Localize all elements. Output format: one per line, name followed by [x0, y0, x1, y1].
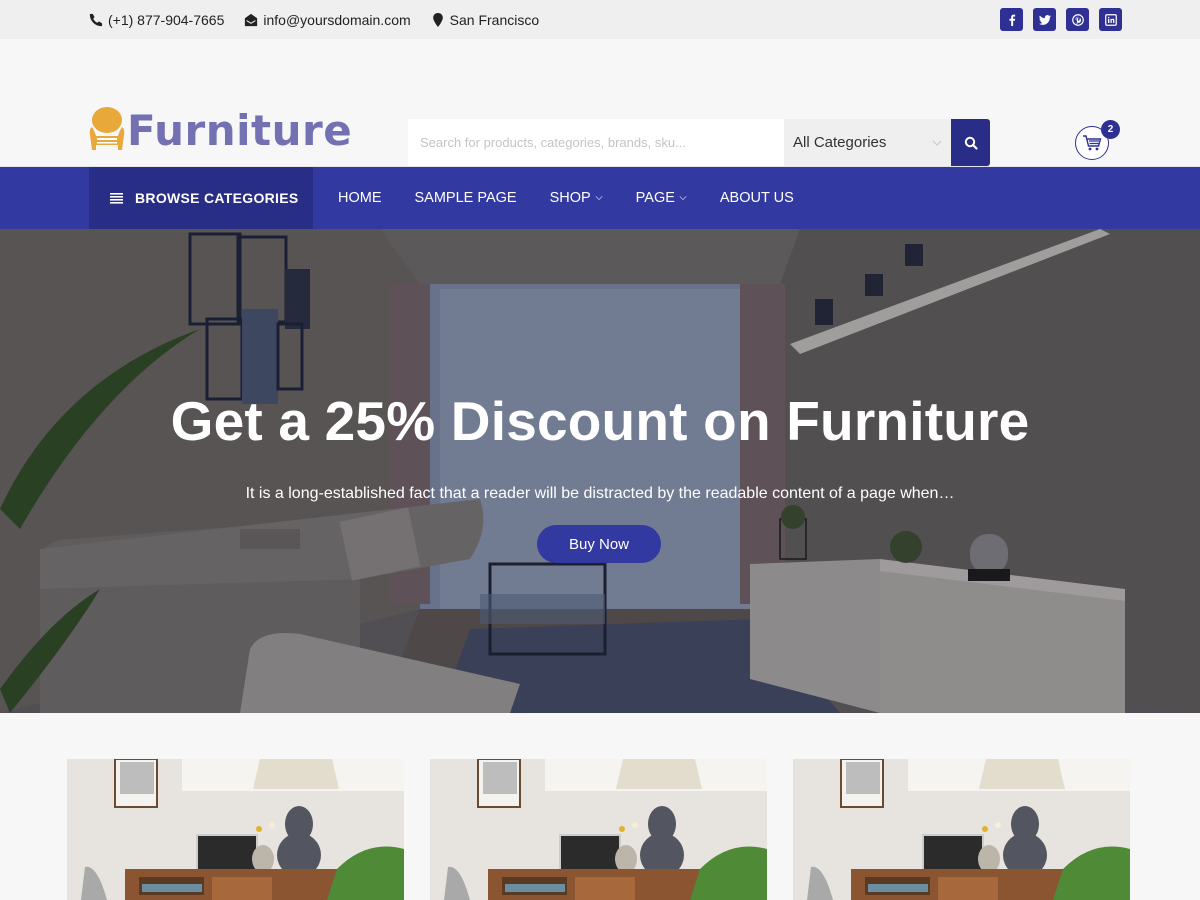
nav-item-about-us[interactable]: ABOUT US: [720, 190, 794, 206]
search-icon: [964, 136, 978, 150]
contact-info: (+1) 877-904-7665 info@yoursdomain.com S…: [89, 12, 539, 28]
nav-menu: HOME SAMPLE PAGE SHOP PAGE ABOUT US: [313, 167, 827, 229]
main-navigation: BROWSE CATEGORIES HOME SAMPLE PAGE SHOP …: [0, 167, 1200, 229]
nav-item-label: HOME: [338, 190, 382, 206]
product-grid: [0, 713, 1200, 900]
facebook-button[interactable]: [1000, 8, 1023, 31]
nav-item-home[interactable]: HOME: [338, 190, 382, 206]
nav-item-sample-page[interactable]: SAMPLE PAGE: [415, 190, 517, 206]
chevron-down-icon: [679, 196, 687, 201]
product-card[interactable]: [430, 759, 767, 900]
nav-item-page[interactable]: PAGE: [636, 190, 687, 206]
email-address: info@yoursdomain.com: [263, 11, 411, 28]
location-text: San Francisco: [449, 11, 540, 28]
search-input[interactable]: [408, 119, 784, 166]
nav-item-label: SAMPLE PAGE: [414, 190, 517, 206]
twitter-button[interactable]: [1033, 8, 1056, 31]
chevron-down-icon: [595, 196, 603, 201]
pinterest-button[interactable]: [1066, 8, 1089, 31]
cart-button[interactable]: 2: [1075, 120, 1120, 160]
armchair-logo-icon: [89, 107, 125, 150]
list-icon: [110, 192, 123, 204]
phone-icon: [89, 13, 103, 26]
hero-banner: Get a 25% Discount on Furniture It is a …: [0, 229, 1200, 713]
hero-subtitle: It is a long-established fact that a rea…: [245, 485, 955, 502]
nav-item-label: SHOP: [549, 190, 591, 206]
phone-number: (+1) 877-904-7665: [108, 11, 225, 28]
linkedin-icon: [1104, 13, 1117, 26]
nav-item-shop[interactable]: SHOP: [550, 190, 603, 206]
logo-text: Furniture: [127, 105, 353, 155]
phone-contact[interactable]: (+1) 877-904-7665: [89, 12, 224, 28]
facebook-icon: [1008, 14, 1015, 26]
chevron-down-icon: [932, 140, 942, 146]
envelope-open-icon: [245, 13, 258, 26]
product-image: [793, 759, 1130, 900]
twitter-icon: [1038, 14, 1051, 25]
email-contact[interactable]: info@yoursdomain.com: [244, 11, 411, 28]
product-card[interactable]: [793, 759, 1130, 900]
cart-count-badge: 2: [1101, 120, 1120, 139]
hero-title: Get a 25% Discount on Furniture: [170, 390, 1030, 452]
top-bar: (+1) 877-904-7665 info@yoursdomain.com S…: [0, 0, 1200, 39]
social-links: [1000, 8, 1122, 31]
nav-item-label: PAGE: [635, 190, 675, 206]
shopping-cart-icon: [1083, 135, 1102, 151]
category-select-value: All Categories: [793, 134, 887, 151]
hero-overlay: [0, 229, 1200, 713]
location-contact: San Francisco: [431, 12, 539, 28]
product-search: All Categories: [408, 119, 990, 166]
category-select[interactable]: All Categories: [784, 119, 951, 166]
search-button[interactable]: [951, 119, 990, 166]
nav-item-label: ABOUT US: [719, 190, 794, 206]
browse-categories-label: BROWSE CATEGORIES: [135, 190, 299, 206]
pinterest-icon: [1071, 13, 1084, 26]
product-card[interactable]: [67, 759, 404, 900]
buy-now-button[interactable]: Buy Now: [537, 525, 661, 563]
site-header: Furniture All Categories 2: [0, 39, 1200, 167]
product-image: [430, 759, 767, 900]
linkedin-button[interactable]: [1099, 8, 1122, 31]
site-logo[interactable]: Furniture: [89, 105, 352, 155]
map-pin-icon: [432, 12, 443, 27]
browse-categories-button[interactable]: BROWSE CATEGORIES: [89, 167, 313, 229]
product-image: [67, 759, 404, 900]
